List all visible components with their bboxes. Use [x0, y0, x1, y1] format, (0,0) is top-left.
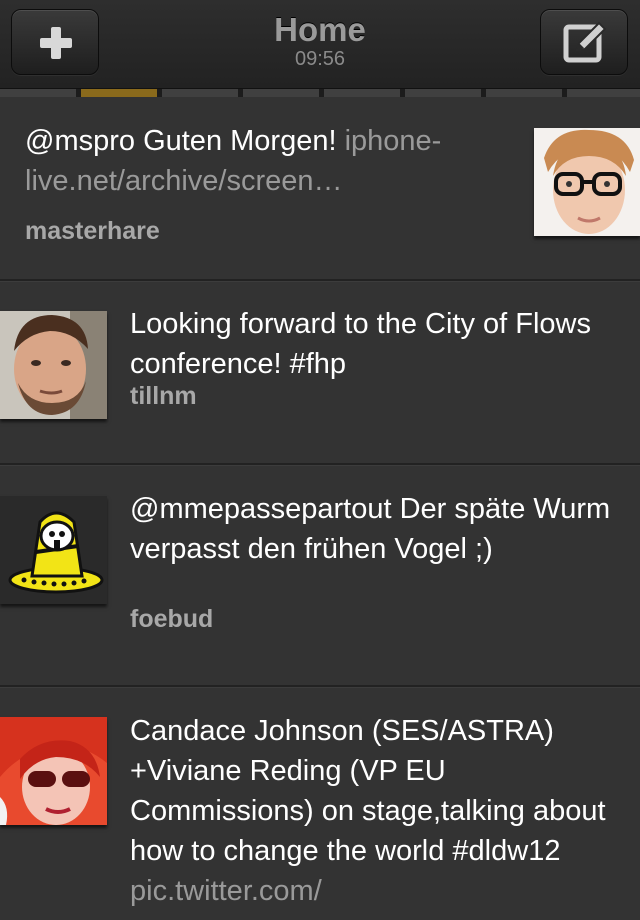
tab-2[interactable]: [162, 89, 238, 97]
clock-time: 09:56: [294, 48, 346, 70]
plus-icon: [40, 27, 72, 59]
page-title: Home: [274, 11, 366, 48]
tab-6[interactable]: [486, 89, 562, 97]
tweet-item[interactable]: Candace Johnson (SES/ASTRA) +Viviane Red…: [0, 687, 640, 920]
tab-5[interactable]: [405, 89, 481, 97]
tab-4[interactable]: [324, 89, 400, 97]
tweet-username[interactable]: tillnm: [130, 382, 197, 411]
avatar-man-beard[interactable]: [0, 311, 107, 419]
tab-1[interactable]: [81, 89, 157, 97]
tab-0[interactable]: [0, 89, 76, 97]
compose-button[interactable]: [540, 9, 628, 75]
avatar-yellow-logo[interactable]: [0, 496, 107, 604]
tweet-body: @mspro Guten Morgen!: [25, 125, 337, 157]
compose-icon: [563, 21, 607, 63]
twitter-app: Home 09:56 @mspro Guten Morgen! iphone-l…: [0, 0, 640, 920]
tweet-item[interactable]: @mmepassepartout Der späte Wurm verpasst…: [0, 465, 640, 687]
tweet-text: @mmepassepartout Der späte Wurm verpasst…: [130, 493, 611, 565]
tweet-list: @mspro Guten Morgen! iphone-live.net/arc…: [0, 97, 640, 920]
tweet-item[interactable]: Looking forward to the City of Flows con…: [0, 281, 640, 465]
avatar-red-hair-woman[interactable]: [0, 717, 107, 825]
timeline-tab-strip: [0, 89, 640, 97]
tweet-text: Looking forward to the City of Flows con…: [130, 308, 591, 380]
tweet-text: @mspro Guten Morgen! iphone-live.net/arc…: [25, 121, 505, 201]
tweet-text: Candace Johnson (SES/ASTRA) +Viviane Red…: [130, 711, 620, 911]
tab-7[interactable]: [567, 89, 640, 97]
tab-3[interactable]: [243, 89, 319, 97]
tweet-body: Candace Johnson (SES/ASTRA) +Viviane Red…: [130, 715, 606, 867]
navigation-bar: Home 09:56: [0, 0, 640, 89]
avatar-man-glasses[interactable]: [534, 128, 640, 236]
tweet-link[interactable]: pic.twitter.com/: [130, 875, 322, 907]
tweet-username[interactable]: masterhare: [25, 217, 160, 246]
tweet-username[interactable]: foebud: [130, 605, 213, 634]
title-block: Home 09:56: [180, 10, 460, 70]
tweet-item[interactable]: @mspro Guten Morgen! iphone-live.net/arc…: [0, 97, 640, 281]
new-button[interactable]: [11, 9, 99, 75]
